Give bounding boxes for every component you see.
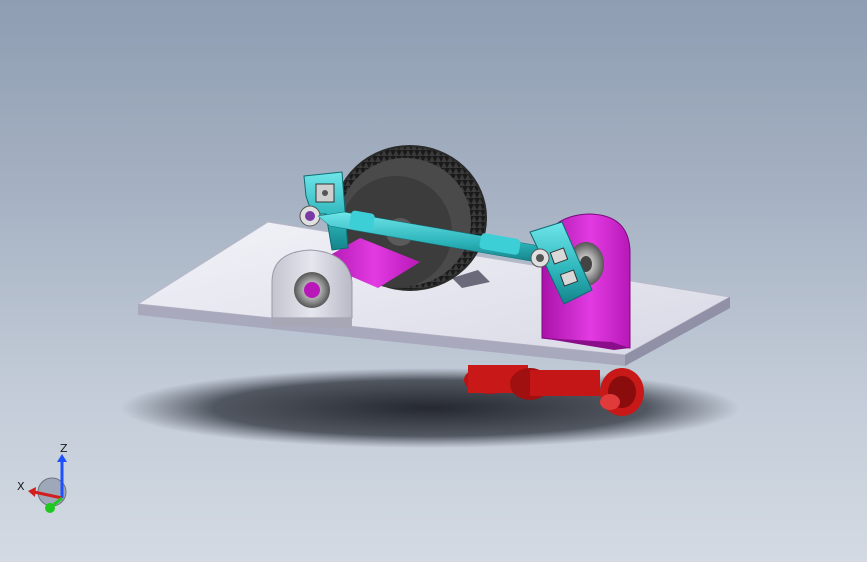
y-axis-arrow	[45, 503, 55, 513]
left-bearing-block[interactable]	[271, 249, 353, 328]
z-axis-arrow	[57, 454, 67, 462]
model-view[interactable]	[0, 0, 867, 562]
x-axis-arrow	[28, 487, 36, 497]
z-axis-label: Z	[60, 442, 68, 455]
floor-shadow	[120, 368, 740, 448]
x-axis-label: X	[17, 480, 25, 493]
view-orientation-triad[interactable]: Z X	[14, 440, 84, 520]
graphics-viewport[interactable]: Z X	[0, 0, 867, 562]
